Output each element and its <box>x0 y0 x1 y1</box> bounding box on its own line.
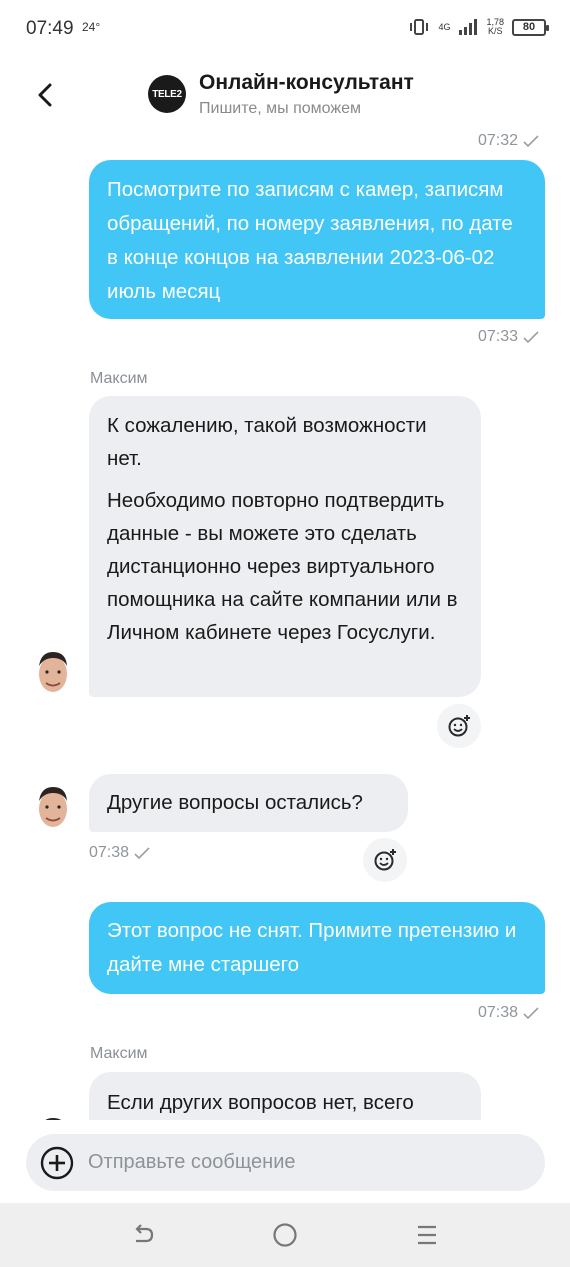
incoming-message[interactable]: Если других вопросов нет, всего <box>89 1072 481 1120</box>
chat-subtitle: Пишите, мы поможем <box>199 100 361 117</box>
sender-name: Максим <box>90 1045 148 1062</box>
check-icon <box>523 135 539 148</box>
message-text: Если других вопросов нет, всего <box>107 1091 414 1114</box>
tele2-logo: TELE2 <box>148 75 186 113</box>
battery-level: 80 <box>522 21 536 33</box>
network-speed: 1,78 K/S <box>486 18 504 36</box>
timestamp-text: 07:32 <box>477 132 518 149</box>
timestamp-text: 07:33 <box>477 328 518 345</box>
message-input[interactable] <box>88 1142 528 1182</box>
status-bar: 07:49 24° 4G 1,78 K/S 80 <box>0 0 570 58</box>
system-navigation-bar <box>0 1203 570 1267</box>
avatar <box>33 648 73 696</box>
operator-avatar-image <box>33 1114 73 1120</box>
check-icon <box>523 331 539 344</box>
message-timestamp: 07:33 <box>478 328 540 346</box>
incoming-message[interactable]: К сожалению, такой возможности нет. Необ… <box>89 396 481 697</box>
timestamp-text: 07:38 <box>89 844 130 861</box>
message-composer <box>26 1134 545 1191</box>
status-time: 07:49 <box>26 18 74 39</box>
network-label: 4G <box>438 21 451 32</box>
avatar <box>33 783 73 831</box>
avatar <box>33 1114 73 1120</box>
message-list[interactable]: 07:32 Посмотрите по записям с камер, зап… <box>0 130 570 1120</box>
status-indicators: 4G 1,78 K/S 80 <box>408 18 549 36</box>
emoji-add-icon <box>374 849 396 871</box>
nav-back-button[interactable] <box>127 1219 159 1251</box>
signal-icon <box>459 19 478 35</box>
nav-home-button[interactable] <box>269 1219 301 1251</box>
home-circle-icon <box>273 1223 297 1247</box>
message-timestamp: 07:38 <box>478 1004 540 1022</box>
chevron-left-icon <box>38 83 52 107</box>
incoming-message[interactable]: Другие вопросы остались? <box>89 774 408 832</box>
message-text: Другие вопросы остались? <box>107 791 363 814</box>
message-timestamp: 07:32 <box>478 132 540 150</box>
chat-title: Онлайн-консультант <box>199 71 414 94</box>
attach-plus-icon[interactable] <box>40 1146 74 1180</box>
add-reaction-button[interactable] <box>437 704 481 748</box>
message-paragraph: К сожалению, такой возможности нет. <box>107 414 427 470</box>
check-icon <box>134 847 150 860</box>
emoji-add-icon <box>448 715 470 737</box>
network-type: 4G <box>438 21 451 32</box>
status-temperature: 24° <box>82 20 101 34</box>
battery-icon: 80 <box>512 18 549 36</box>
operator-avatar-image <box>33 648 73 696</box>
speed-unit: K/S <box>487 26 503 36</box>
operator-avatar-image <box>33 783 73 831</box>
message-timestamp: 07:38 <box>89 844 151 862</box>
back-button[interactable] <box>30 80 60 110</box>
message-text: Этот вопрос не снят. Примите претензию и… <box>107 919 517 976</box>
timestamp-text: 07:38 <box>477 1004 518 1021</box>
vibrate-icon <box>410 19 429 35</box>
message-text: Посмотрите по записям с камер, записям о… <box>107 178 513 303</box>
chat-header: TELE2 Онлайн-консультант Пишите, мы помо… <box>0 58 570 130</box>
menu-lines-icon <box>418 1225 436 1245</box>
outgoing-message[interactable]: Посмотрите по записям с камер, записям о… <box>89 160 545 319</box>
message-paragraph: Необходимо повторно подтвердить данные -… <box>107 489 458 644</box>
nav-recents-button[interactable] <box>411 1219 443 1251</box>
check-icon <box>523 1007 539 1020</box>
add-reaction-button[interactable] <box>363 838 407 882</box>
sender-name: Максим <box>90 370 148 387</box>
back-arrow-icon <box>135 1224 154 1243</box>
outgoing-message[interactable]: Этот вопрос не снят. Примите претензию и… <box>89 902 545 994</box>
logo-text: TELE2 <box>152 88 182 100</box>
